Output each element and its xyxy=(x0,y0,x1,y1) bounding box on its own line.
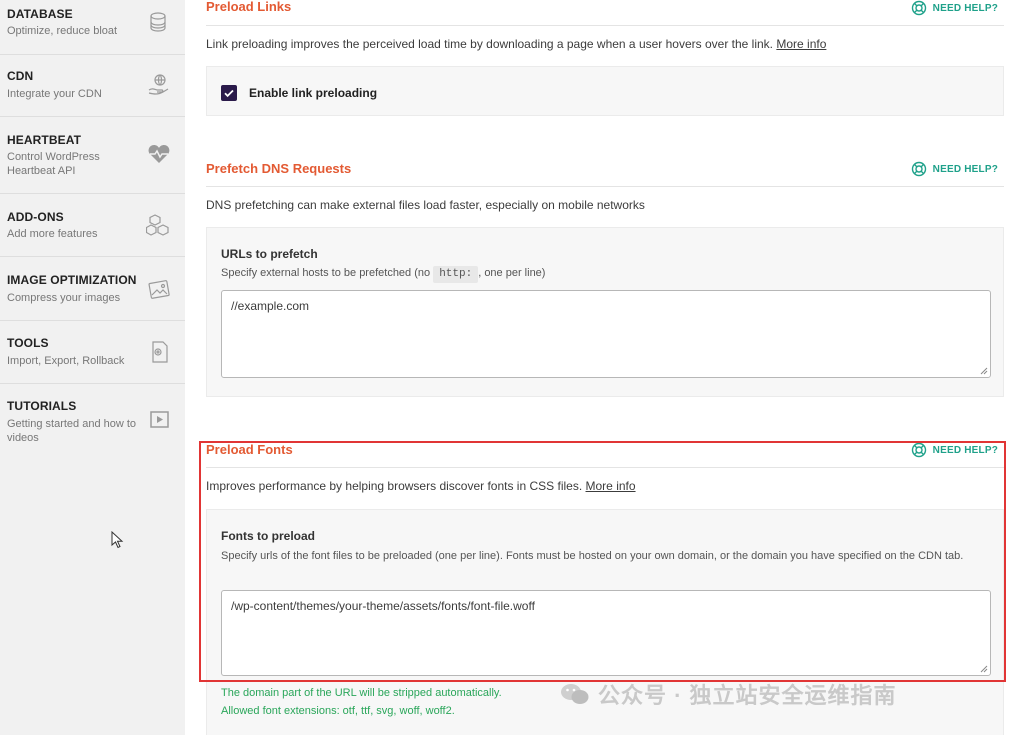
need-help-link[interactable]: NEED HELP? xyxy=(911,160,998,178)
need-help-label: NEED HELP? xyxy=(932,2,998,14)
field-description: Specify external hosts to be prefetched … xyxy=(221,265,991,283)
watermark-text: 公众号 · 独立站安全运维指南 xyxy=(598,683,897,708)
wechat-icon xyxy=(561,684,589,704)
sidebar-item-subtitle: Control WordPress Heartbeat API xyxy=(7,151,100,177)
sidebar-item-subtitle: Compress your images xyxy=(7,292,121,304)
description-text: Link preloading improves the perceived l… xyxy=(206,37,774,51)
sidebar-item-title: TUTORIALS xyxy=(7,399,77,413)
sidebar-item-title: ADD-ONS xyxy=(7,210,64,224)
enable-link-preloading-panel: Enable link preloading xyxy=(206,66,1004,116)
sidebar-item-subtitle: Getting started and how to videos xyxy=(7,418,137,444)
divider xyxy=(206,467,1004,468)
fonts-to-preload-textarea[interactable]: /wp-content/themes/your-theme/assets/fon… xyxy=(221,590,991,676)
cdn-hand-icon xyxy=(146,71,172,97)
sidebar-item-title: HEARTBEAT xyxy=(7,133,82,147)
field-desc-post: , one per line) xyxy=(478,267,546,279)
mouse-cursor-icon xyxy=(111,531,124,549)
image-optimization-icon xyxy=(146,277,172,303)
resize-grip-icon[interactable] xyxy=(980,665,988,673)
section-title-prefetch-dns: Prefetch DNS Requests xyxy=(206,161,352,176)
section-title-preload-fonts: Preload Fonts xyxy=(206,442,293,457)
urls-to-prefetch-panel: URLs to prefetch Specify external hosts … xyxy=(206,227,1004,397)
sidebar-item-add-ons[interactable]: ADD-ONS Add more features xyxy=(0,194,185,257)
sidebar-item-heartbeat[interactable]: HEARTBEAT Control WordPress Heartbeat AP… xyxy=(0,117,185,194)
enable-link-preloading-label[interactable]: Enable link preloading xyxy=(249,86,377,100)
lifebuoy-icon xyxy=(911,0,926,16)
sidebar-item-subtitle: Optimize, reduce bloat xyxy=(7,25,118,37)
cubes-icon xyxy=(145,212,172,238)
need-help-link[interactable]: NEED HELP? xyxy=(911,441,998,459)
sidebar-item-tutorials[interactable]: TUTORIALS Getting started and how to vid… xyxy=(0,384,185,459)
lifebuoy-icon xyxy=(911,161,926,177)
enable-link-preloading-checkbox[interactable] xyxy=(221,85,237,101)
more-info-link[interactable]: More info xyxy=(776,37,826,51)
need-help-label: NEED HELP? xyxy=(932,163,998,175)
section-description: DNS prefetching can make external files … xyxy=(206,198,645,212)
section-title-preload-links: Preload Links xyxy=(206,0,292,14)
field-title: URLs to prefetch xyxy=(221,247,318,261)
checkmark-icon xyxy=(224,89,234,98)
sidebar-item-title: IMAGE OPTIMIZATION xyxy=(7,273,137,287)
textarea-value: //example.com xyxy=(231,299,310,313)
database-icon xyxy=(146,10,172,36)
watermark: 公众号 · 独立站安全运维指南 xyxy=(560,678,897,710)
sidebar: DATABASE Optimize, reduce bloat CDN Inte… xyxy=(0,0,185,735)
http-code-snippet: http: xyxy=(433,266,479,283)
more-info-link[interactable]: More info xyxy=(586,479,636,493)
sidebar-item-title: TOOLS xyxy=(7,336,49,350)
sidebar-item-title: CDN xyxy=(7,69,34,83)
section-description: Improves performance by helping browsers… xyxy=(206,479,636,493)
textarea-value: /wp-content/themes/your-theme/assets/fon… xyxy=(231,599,535,613)
resize-grip-icon[interactable] xyxy=(980,367,988,375)
section-description: Link preloading improves the perceived l… xyxy=(206,37,826,51)
sidebar-item-tools[interactable]: TOOLS Import, Export, Rollback xyxy=(0,321,185,384)
tools-icon xyxy=(146,339,172,365)
sidebar-item-subtitle: Integrate your CDN xyxy=(7,88,102,100)
description-text: Improves performance by helping browsers… xyxy=(206,479,583,493)
lifebuoy-icon xyxy=(911,442,926,458)
need-help-link[interactable]: NEED HELP? xyxy=(911,0,998,17)
field-desc-pre: Specify external hosts to be prefetched … xyxy=(221,267,431,279)
need-help-label: NEED HELP? xyxy=(932,444,998,456)
sidebar-item-subtitle: Add more features xyxy=(7,228,98,240)
fonts-note-domain: The domain part of the URL will be strip… xyxy=(221,687,502,699)
main-content: Preload Links NEED HELP? Link preloading… xyxy=(185,0,1024,735)
field-title: Fonts to preload xyxy=(221,529,315,543)
sidebar-item-database[interactable]: DATABASE Optimize, reduce bloat xyxy=(0,0,185,55)
play-icon xyxy=(150,410,170,430)
divider xyxy=(206,186,1004,187)
fonts-note-extensions: Allowed font extensions: otf, ttf, svg, … xyxy=(221,705,455,717)
field-description: Specify urls of the font files to be pre… xyxy=(221,550,964,562)
sidebar-item-title: DATABASE xyxy=(7,7,73,21)
heartbeat-icon xyxy=(146,141,172,167)
divider xyxy=(206,25,1004,26)
sidebar-item-image-optimization[interactable]: IMAGE OPTIMIZATION Compress your images xyxy=(0,257,185,321)
urls-to-prefetch-textarea[interactable]: //example.com xyxy=(221,290,991,378)
sidebar-item-subtitle: Import, Export, Rollback xyxy=(7,355,125,367)
sidebar-item-cdn[interactable]: CDN Integrate your CDN xyxy=(0,55,185,117)
